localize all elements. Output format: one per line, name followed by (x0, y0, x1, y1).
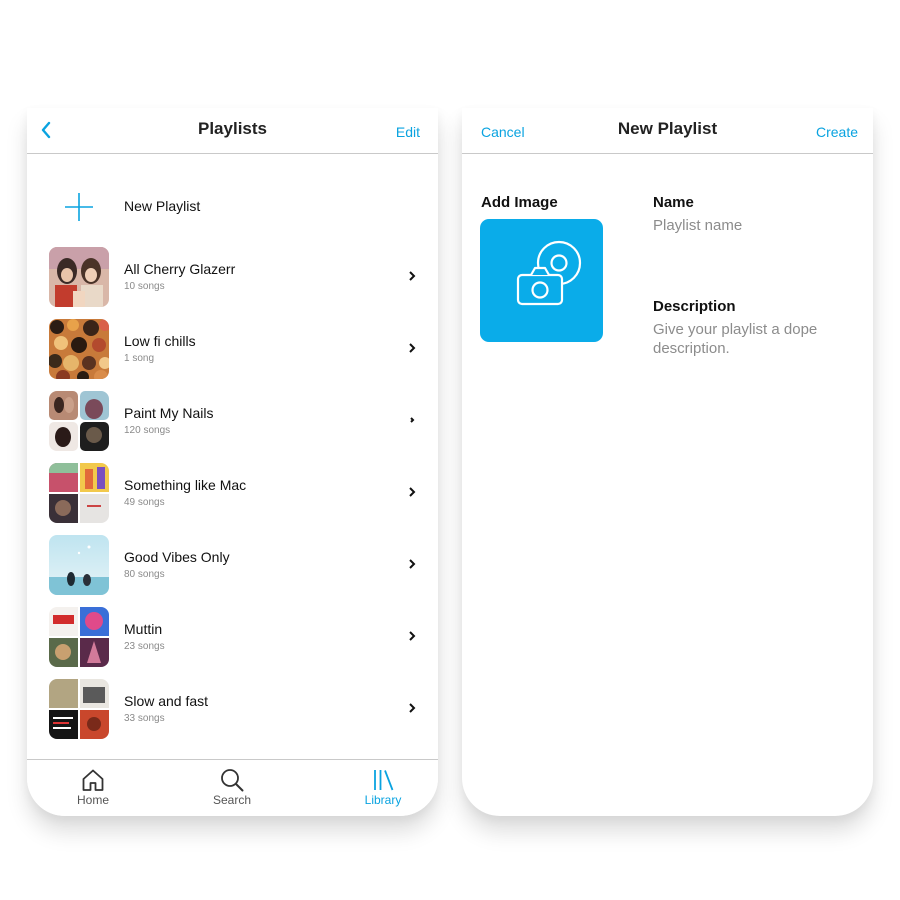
playlists-screen: Playlists Edit New Playlist All Cherry G… (27, 108, 438, 816)
chevron-right-icon (409, 631, 416, 641)
playlist-row[interactable]: Slow and fast 33 songs (27, 679, 438, 741)
playlist-row[interactable]: Low fi chills 1 song (27, 319, 438, 381)
playlist-artwork (49, 463, 109, 523)
playlist-song-count: 23 songs (124, 641, 165, 652)
playlist-name-input[interactable]: Playlist name (653, 216, 853, 235)
playlist-song-count: 49 songs (124, 497, 165, 508)
new-playlist-label: New Playlist (124, 198, 201, 214)
playlist-name: Something like Mac (124, 477, 247, 493)
playlist-name: Good Vibes Only (124, 549, 230, 565)
playlists-header: Playlists Edit (27, 108, 438, 154)
search-icon (221, 769, 244, 792)
tab-home-label: Home (76, 793, 109, 807)
new-playlist-screen: Cancel New Playlist Create Add Image Nam… (462, 108, 873, 816)
playlist-song-count: 120 songs (124, 425, 171, 436)
plus-icon (65, 193, 93, 221)
playlist-row[interactable]: Paint My Nails 120 songs (27, 391, 438, 453)
add-image-label: Add Image (481, 194, 558, 211)
camera-disc-icon (516, 240, 582, 306)
page-title: New Playlist (617, 119, 718, 138)
playlist-song-count: 80 songs (124, 569, 165, 580)
description-label: Description (653, 298, 736, 315)
tab-search[interactable]: Search (192, 768, 272, 807)
playlist-row[interactable]: Muttin 23 songs (27, 607, 438, 669)
tab-library[interactable]: Library (343, 768, 423, 807)
playlist-row[interactable]: Good Vibes Only 80 songs (27, 535, 438, 597)
create-button[interactable]: Create (816, 124, 858, 140)
tab-search-label: Search (212, 793, 252, 807)
chevron-right-icon (409, 343, 416, 353)
tab-home[interactable]: Home (53, 768, 133, 807)
playlist-name: Low fi chills (124, 333, 196, 349)
tab-library-label: Library (364, 793, 402, 807)
chevron-right-icon (409, 271, 416, 281)
playlist-song-count: 1 song (124, 353, 155, 364)
playlist-artwork (49, 607, 109, 667)
playlist-song-count: 33 songs (124, 713, 165, 724)
playlist-artwork (49, 535, 109, 595)
chevron-right-icon (409, 703, 416, 713)
chevron-right-icon (410, 417, 415, 423)
page-title: Playlists (198, 119, 267, 138)
chevron-right-icon (409, 559, 416, 569)
playlist-artwork (49, 319, 109, 379)
chevron-right-icon (409, 487, 416, 497)
playlist-name: Muttin (124, 621, 163, 637)
name-label: Name (653, 194, 694, 211)
playlist-name: Slow and fast (124, 693, 209, 709)
new-playlist-header: Cancel New Playlist Create (462, 108, 873, 154)
playlist-artwork (49, 247, 109, 307)
home-icon (82, 769, 104, 791)
playlist-name: Paint My Nails (124, 405, 214, 421)
playlist-song-count: 10 songs (124, 281, 165, 292)
playlist-artwork (49, 391, 109, 451)
playlist-artwork (49, 679, 109, 739)
playlist-row[interactable]: Something like Mac 49 songs (27, 463, 438, 525)
new-playlist-button[interactable]: New Playlist (27, 178, 438, 234)
description-input[interactable]: Give your playlist a dope description. (653, 320, 853, 358)
library-icon (374, 770, 394, 791)
edit-button[interactable]: Edit (396, 124, 420, 140)
playlist-name: All Cherry Glazerr (124, 261, 236, 277)
add-image-button[interactable] (480, 219, 603, 342)
playlist-row[interactable]: All Cherry Glazerr 10 songs (27, 247, 438, 309)
tab-bar: Home Search Library (27, 759, 438, 816)
